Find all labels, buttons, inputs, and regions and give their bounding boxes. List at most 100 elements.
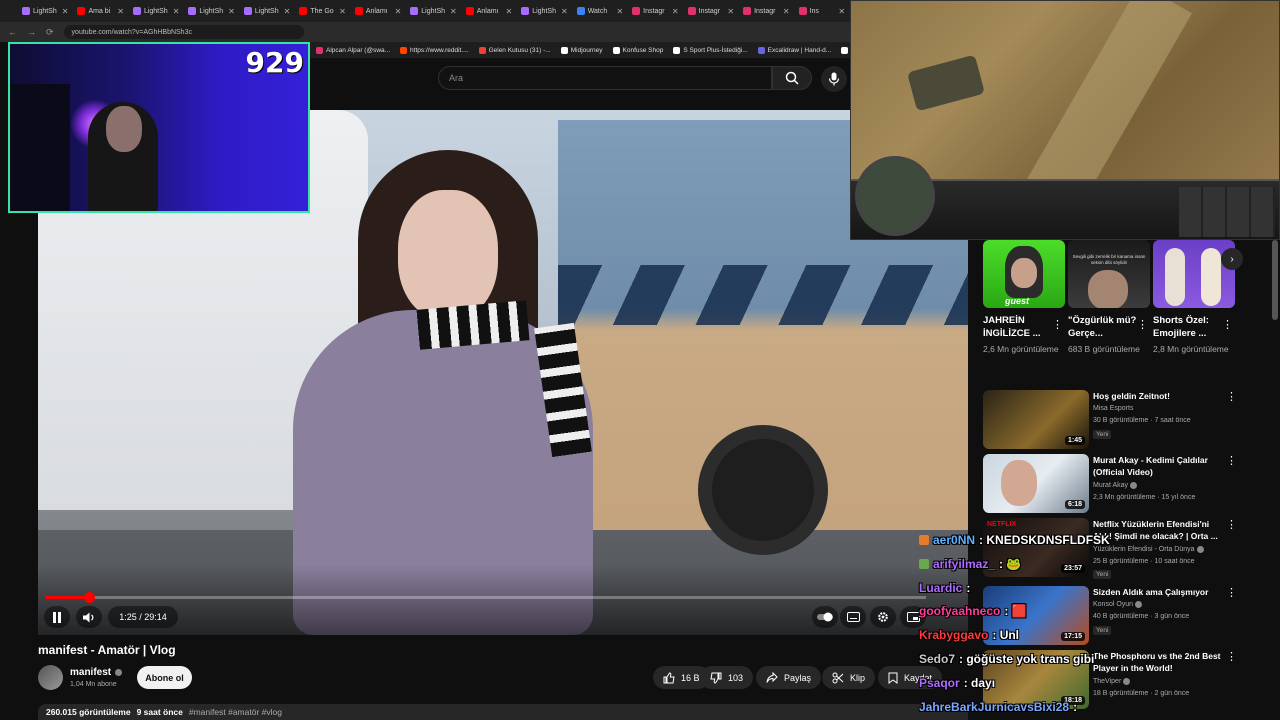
shorts-thumbnail[interactable] (1153, 240, 1235, 308)
close-icon[interactable]: ✕ (838, 7, 845, 16)
close-icon[interactable]: ✕ (561, 7, 568, 16)
more-options-icon[interactable]: ⋮ (1052, 318, 1063, 331)
shorts-title[interactable]: "Özgürlük mü? Gerçe... (1068, 314, 1138, 340)
forward-icon[interactable]: → (27, 27, 36, 37)
video-title[interactable]: Murat Akay - Kedimi Çaldılar (Official V… (1093, 454, 1223, 478)
close-icon[interactable]: ✕ (228, 7, 235, 16)
progress-scrubber[interactable] (84, 592, 95, 603)
recommended-video[interactable]: 1:45 Hoş geldin Zeitnot! Misa Esports 30… (983, 390, 1243, 450)
video-title[interactable]: Hoş geldin Zeitnot! (1093, 390, 1223, 402)
browser-tab[interactable]: Ins ✕ (795, 2, 849, 20)
channel-name-text[interactable]: Murat Akay (1093, 482, 1128, 489)
close-icon[interactable]: ✕ (616, 7, 623, 16)
bookmark-item[interactable]: https://www.reddit.... (400, 46, 469, 54)
pause-button[interactable] (44, 606, 70, 628)
voice-search-button[interactable] (821, 66, 847, 92)
browser-tab[interactable]: Watch ✕ (573, 2, 627, 20)
clip-button[interactable]: Klip (822, 666, 876, 689)
shorts-thumbnail[interactable]: Sevgili gibi zerrelik bir kanama insan s… (1068, 240, 1150, 308)
channel-name[interactable]: TheViper (1093, 678, 1131, 685)
scrollbar[interactable] (1272, 240, 1278, 320)
more-options-icon[interactable]: ⋮ (1226, 586, 1237, 599)
volume-button[interactable] (76, 606, 102, 628)
chat-message: goofyaahneco: 🟥 (919, 604, 1027, 618)
hashtags[interactable]: #manifest #amatör #vlog (189, 707, 282, 717)
more-options-icon[interactable]: ⋮ (1226, 390, 1237, 403)
browser-tab[interactable]: Ama bi ✕ (73, 2, 127, 20)
video-title[interactable]: Sizden Aldık ama Çalışmıyor (1093, 586, 1223, 598)
video-thumbnail[interactable]: 1:45 (983, 390, 1089, 449)
browser-tab[interactable]: LightSh ✕ (517, 2, 571, 20)
shorts-title[interactable]: JAHREİN İNGİLİZCE ... (983, 314, 1053, 340)
close-icon[interactable]: ✕ (284, 7, 291, 16)
search-button[interactable] (772, 66, 812, 90)
more-options-icon[interactable]: ⋮ (1222, 318, 1233, 331)
back-icon[interactable]: ← (8, 27, 17, 37)
close-icon[interactable]: ✕ (117, 7, 124, 16)
browser-tab[interactable]: Instagr ✕ (684, 2, 738, 20)
close-icon[interactable]: ✕ (173, 7, 180, 16)
channel-name-text[interactable]: manifest (70, 667, 111, 678)
browser-tab[interactable]: Instagr ✕ (628, 2, 682, 20)
browser-tab[interactable]: LightSh ✕ (18, 2, 72, 20)
channel-name[interactable]: Misa Esports (1093, 405, 1133, 412)
dislike-button[interactable]: 103 (700, 666, 754, 689)
more-options-icon[interactable]: ⋮ (1226, 650, 1237, 663)
bookmark-item[interactable]: S Sport Plus-İstediği... (673, 46, 748, 54)
close-icon[interactable]: ✕ (783, 7, 790, 16)
bookmark-item[interactable]: Alpcan Alpar (@swa... (316, 46, 390, 54)
recommended-video[interactable]: 6:18 Murat Akay - Kedimi Çaldılar (Offic… (983, 454, 1243, 514)
channel-avatar[interactable] (38, 665, 63, 690)
recommended-video[interactable]: NETFLIX 23:57 Netflix Yüzüklerin Efendis… (983, 518, 1243, 579)
browser-tab[interactable]: Instagr ✕ (739, 2, 793, 20)
browser-tab[interactable]: Anlamı ✕ (462, 2, 516, 20)
channel-name-text[interactable]: Konsol Oyun (1093, 601, 1133, 608)
video-title[interactable]: Netflix Yüzüklerin Efendisi'ni Aldı! Şim… (1093, 518, 1223, 542)
close-icon[interactable]: ✕ (395, 7, 402, 16)
browser-tab[interactable]: LightSh ✕ (184, 2, 238, 20)
channel-name[interactable]: manifest (70, 667, 123, 678)
progress-bar[interactable] (46, 592, 926, 603)
shorts-card[interactable]: Sevgili gibi zerrelik bir kanama insan s… (1068, 240, 1150, 354)
video-title[interactable]: The Phosphoru vs the 2nd Best Player in … (1093, 650, 1223, 674)
video-thumbnail[interactable]: 6:18 (983, 454, 1089, 513)
close-icon[interactable]: ✕ (506, 7, 513, 16)
channel-name-text[interactable]: TheViper (1093, 678, 1121, 685)
browser-tab[interactable]: Anlamı ✕ (351, 2, 405, 20)
close-icon[interactable]: ✕ (339, 7, 346, 16)
browser-tab[interactable]: LightSh ✕ (129, 2, 183, 20)
browser-tab[interactable]: LightSh ✕ (406, 2, 460, 20)
address-bar[interactable]: youtube.com/watch?v=AGhHBbNSh3c (63, 25, 304, 39)
bookmark-item[interactable]: Konfuse Shop (612, 46, 663, 54)
new-badge: Yeni (1093, 626, 1112, 635)
settings-button[interactable] (870, 606, 896, 628)
bookmark-item[interactable]: Midjourney (560, 46, 603, 54)
bookmark-item[interactable]: Excalidraw | Hand-d... (757, 46, 831, 54)
channel-name[interactable]: Konsol Oyun (1093, 601, 1143, 608)
browser-tab[interactable]: The Go ✕ (295, 2, 349, 20)
shorts-thumbnail[interactable]: guest (983, 240, 1065, 308)
more-options-icon[interactable]: ⋮ (1137, 318, 1148, 331)
subscribe-button[interactable]: Abone ol (137, 666, 192, 689)
close-icon[interactable]: ✕ (62, 7, 69, 16)
bookmark-item[interactable]: https://next (841, 46, 850, 54)
bookmark-item[interactable]: Gelen Kutusu (31) -... (478, 46, 551, 54)
share-button[interactable]: Paylaş (756, 666, 822, 689)
search-input[interactable]: Ara (438, 66, 772, 90)
channel-name[interactable]: Murat Akay (1093, 482, 1137, 489)
more-options-icon[interactable]: ⋮ (1226, 518, 1237, 531)
subtitles-button[interactable] (840, 606, 866, 628)
browser-tab[interactable]: LightSh ✕ (240, 2, 294, 20)
close-icon[interactable]: ✕ (450, 7, 457, 16)
close-icon[interactable]: ✕ (727, 7, 734, 16)
reload-icon[interactable]: ⟳ (46, 27, 54, 38)
channel-name-text[interactable]: Yüzüklerin Efendisi - Orta Dünya (1093, 546, 1195, 553)
description-box[interactable]: 260.015 görüntüleme 9 saat önce #manifes… (38, 704, 968, 720)
shorts-card[interactable]: guest JAHREİN İNGİLİZCE ... 2,6 Mn görün… (983, 240, 1065, 354)
more-options-icon[interactable]: ⋮ (1226, 454, 1237, 467)
close-icon[interactable]: ✕ (672, 7, 679, 16)
channel-name[interactable]: Yüzüklerin Efendisi - Orta Dünya (1093, 546, 1204, 553)
shorts-title[interactable]: Shorts Özel: Emojilere ... (1153, 314, 1223, 340)
shorts-next-button[interactable]: › (1221, 248, 1243, 270)
autoplay-toggle[interactable] (812, 606, 838, 628)
